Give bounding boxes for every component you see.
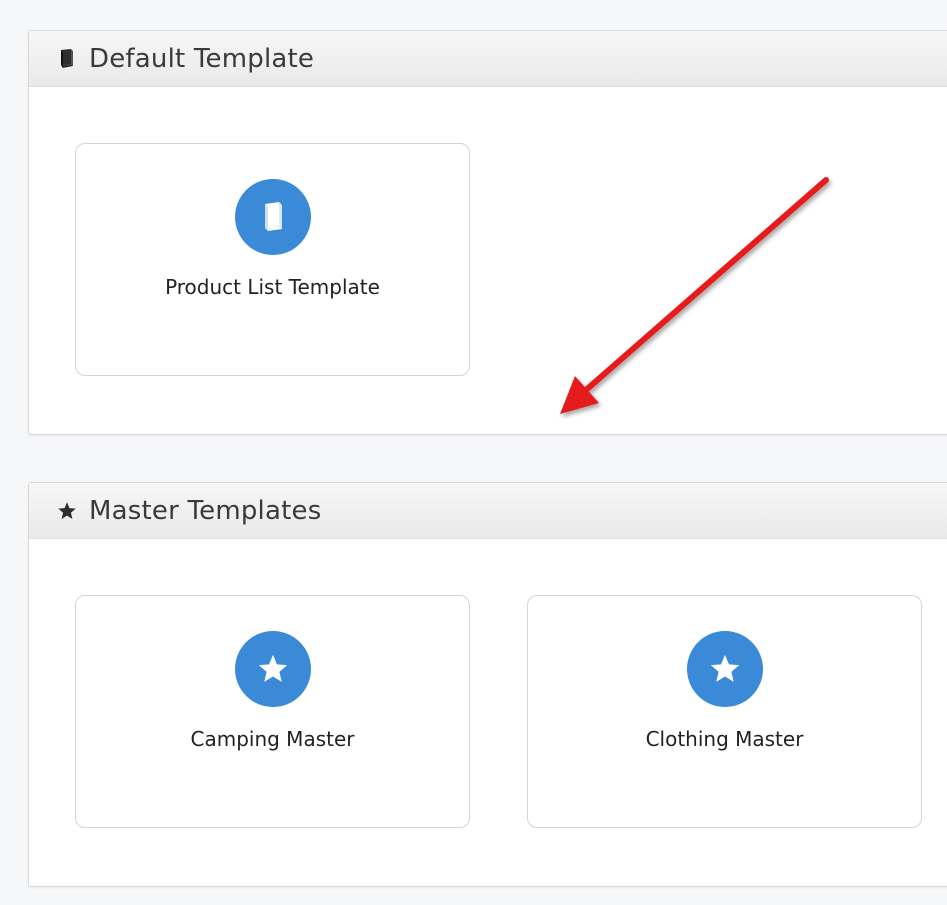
- book-icon: [234, 179, 311, 255]
- default-template-title: Default Template: [89, 43, 315, 74]
- product-list-template-tile[interactable]: Product List Template: [75, 143, 470, 376]
- default-template-panel: Default Template Product List Template: [28, 30, 947, 435]
- default-template-panel-header: Default Template: [29, 31, 947, 87]
- camping-master-tile[interactable]: Camping Master: [75, 595, 470, 828]
- star-icon: [234, 631, 311, 707]
- tile-label: Product List Template: [165, 275, 380, 299]
- master-templates-panel-header: Master Templates: [29, 483, 947, 539]
- tile-label: Clothing Master: [645, 727, 804, 751]
- tile-label: Camping Master: [190, 727, 355, 751]
- clothing-master-tile[interactable]: Clothing Master: [527, 595, 922, 828]
- book-icon: [57, 48, 77, 70]
- star-icon: [57, 500, 77, 522]
- star-icon: [686, 631, 763, 707]
- master-templates-panel: Master Templates Camping Master Clothing…: [28, 482, 947, 887]
- master-templates-title: Master Templates: [89, 495, 322, 526]
